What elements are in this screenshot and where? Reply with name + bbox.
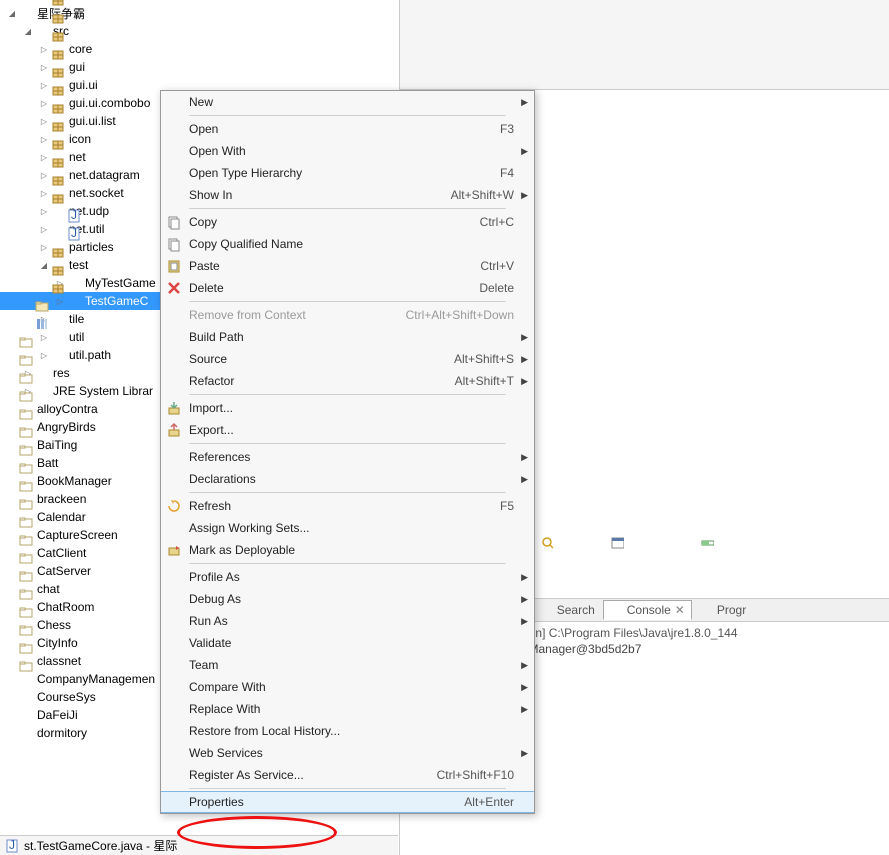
tab-progress[interactable]: Progr — [694, 601, 752, 619]
chevron-right-icon: ▶ — [521, 97, 528, 108]
menu-run-as[interactable]: Run As▶ — [161, 610, 534, 632]
menu-references[interactable]: References▶ — [161, 446, 534, 468]
console-icon — [610, 603, 624, 617]
menu-build-path[interactable]: Build Path▶ — [161, 326, 534, 348]
package-icon — [50, 347, 66, 363]
src-folder-icon — [34, 23, 50, 39]
menu-copy-qualified-name[interactable]: Copy Qualified Name — [161, 233, 534, 255]
menu-web-services[interactable]: Web Services▶ — [161, 742, 534, 764]
menu-mark-deployable[interactable]: Mark as Deployable — [161, 539, 534, 561]
menu-restore-local-history[interactable]: Restore from Local History... — [161, 720, 534, 742]
progress-icon — [700, 603, 714, 617]
menu-separator — [189, 115, 506, 116]
menu-profile-as[interactable]: Profile As▶ — [161, 566, 534, 588]
refresh-icon — [161, 498, 187, 514]
menu-open-type-hierarchy[interactable]: Open Type HierarchyF4 — [161, 162, 534, 184]
java-file-icon — [4, 838, 20, 854]
chevron-right-icon: ▶ — [521, 572, 528, 583]
chevron-right-icon: ▶ — [521, 190, 528, 201]
chevron-right-icon: ▶ — [521, 704, 528, 715]
project-icon — [18, 5, 34, 21]
menu-separator — [189, 443, 506, 444]
close-icon[interactable]: ✕ — [675, 603, 685, 617]
import-icon — [161, 400, 187, 416]
tab-console[interactable]: Console✕ — [603, 600, 692, 620]
menu-declarations[interactable]: Declarations▶ — [161, 468, 534, 490]
chevron-right-icon: ▶ — [521, 452, 528, 463]
menu-import[interactable]: Import... — [161, 397, 534, 419]
menu-open[interactable]: OpenF3 — [161, 118, 534, 140]
menu-show-in[interactable]: Show InAlt+Shift+W▶ — [161, 184, 534, 206]
chevron-right-icon: ▶ — [521, 354, 528, 365]
chevron-right-icon: ▶ — [521, 616, 528, 627]
menu-replace-with[interactable]: Replace With▶ — [161, 698, 534, 720]
chevron-right-icon: ▶ — [521, 748, 528, 759]
menu-separator — [189, 563, 506, 564]
menu-export[interactable]: Export... — [161, 419, 534, 441]
menu-separator — [189, 394, 506, 395]
menu-team[interactable]: Team▶ — [161, 654, 534, 676]
status-bar: st.TestGameCore.java - 星际 — [0, 835, 398, 855]
menu-refactor[interactable]: RefactorAlt+Shift+T▶ — [161, 370, 534, 392]
menu-register-as-service[interactable]: Register As Service...Ctrl+Shift+F10 — [161, 764, 534, 786]
deploy-icon — [161, 542, 187, 558]
menu-separator — [189, 208, 506, 209]
menu-source[interactable]: SourceAlt+Shift+S▶ — [161, 348, 534, 370]
menu-remove-from-context: Remove from ContextCtrl+Alt+Shift+Down — [161, 304, 534, 326]
menu-refresh[interactable]: RefreshF5 — [161, 495, 534, 517]
chevron-right-icon: ▶ — [521, 682, 528, 693]
export-icon — [161, 422, 187, 438]
java-file-icon — [66, 293, 82, 309]
paste-icon — [161, 258, 187, 274]
chevron-right-icon: ▶ — [521, 376, 528, 387]
menu-assign-working-sets[interactable]: Assign Working Sets... — [161, 517, 534, 539]
chevron-right-icon: ▶ — [521, 474, 528, 485]
menu-validate[interactable]: Validate — [161, 632, 534, 654]
delete-icon — [161, 280, 187, 296]
menu-compare-with[interactable]: Compare With▶ — [161, 676, 534, 698]
folder-icon — [18, 725, 34, 741]
chevron-right-icon: ▶ — [521, 332, 528, 343]
chevron-right-icon: ▶ — [521, 594, 528, 605]
menu-separator — [189, 301, 506, 302]
library-icon — [34, 383, 50, 399]
chevron-right-icon: ▶ — [521, 660, 528, 671]
search-icon — [540, 603, 554, 617]
context-menu[interactable]: New▶ OpenF3 Open With▶ Open Type Hierarc… — [160, 90, 535, 814]
menu-separator — [189, 492, 506, 493]
chevron-right-icon: ▶ — [521, 146, 528, 157]
menu-open-with[interactable]: Open With▶ — [161, 140, 534, 162]
menu-delete[interactable]: DeleteDelete — [161, 277, 534, 299]
menu-debug-as[interactable]: Debug As▶ — [161, 588, 534, 610]
status-text: st.TestGameCore.java - 星际 — [24, 837, 177, 854]
menu-separator — [189, 788, 506, 789]
copy-icon — [161, 214, 187, 230]
menu-new[interactable]: New▶ — [161, 91, 534, 113]
menu-paste[interactable]: PasteCtrl+V — [161, 255, 534, 277]
copy-icon — [161, 236, 187, 252]
tab-search[interactable]: Search — [534, 601, 601, 619]
menu-copy[interactable]: CopyCtrl+C — [161, 211, 534, 233]
menu-properties[interactable]: PropertiesAlt+Enter — [161, 791, 534, 813]
